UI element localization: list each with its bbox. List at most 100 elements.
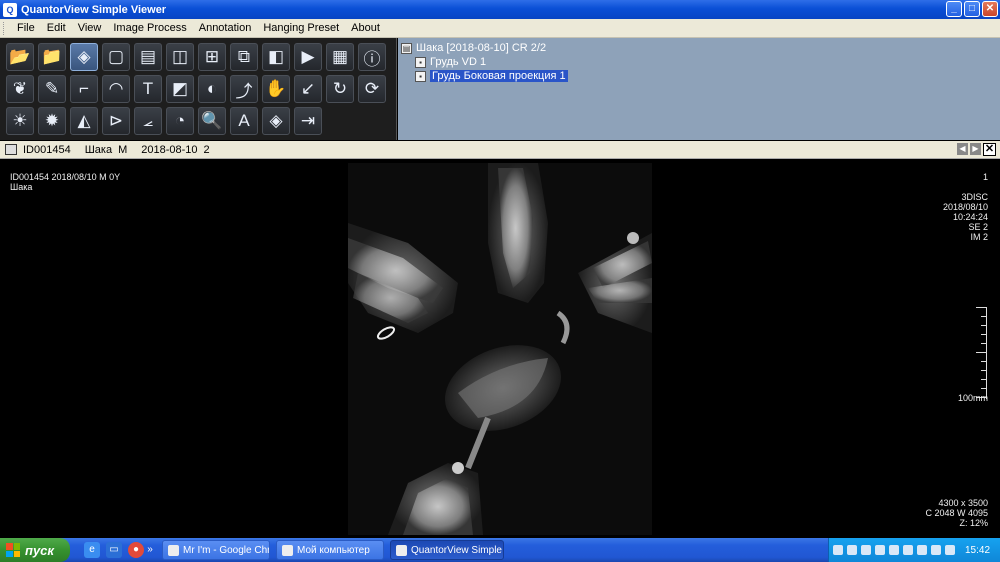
menu-file[interactable]: File — [11, 19, 41, 38]
rotate-button[interactable]: ⟳ — [358, 75, 386, 103]
battery-icon[interactable] — [903, 545, 913, 555]
window-level-button[interactable]: A — [230, 107, 258, 135]
clock[interactable]: 15:42 — [965, 545, 990, 556]
tree-series-label: Грудь Боковая проекция 1 — [430, 70, 568, 82]
rotate-arrow-button[interactable]: ⤴ — [230, 75, 258, 103]
menu-bar: File Edit View Image Process Annotation … — [0, 19, 1000, 38]
ruler-button[interactable]: ✎ — [38, 75, 66, 103]
rectangle-roi-button[interactable]: ◩ — [166, 75, 194, 103]
usb-icon[interactable] — [875, 545, 885, 555]
freehand-icon: ✋ — [265, 79, 287, 98]
compare-button[interactable]: ⧉ — [230, 43, 258, 71]
tree-study-node[interactable]: ▤ Шака [2018-08-10] CR 2/2 — [401, 41, 546, 55]
study-folder-icon: ▤ — [401, 42, 412, 54]
layout-1x2-button[interactable]: ◫ — [166, 43, 194, 71]
arc-button[interactable]: ◠ — [102, 75, 130, 103]
menu-view[interactable]: View — [72, 19, 108, 38]
rotate-180-button[interactable]: ◔ — [166, 107, 194, 135]
show-desktop-icon[interactable]: ▭ — [106, 542, 122, 558]
rotate-90-button[interactable]: ⦟ — [134, 107, 162, 135]
xray-image[interactable] — [348, 163, 652, 535]
ie-icon[interactable]: e — [84, 542, 100, 558]
rectangle-roi-icon: ◩ — [171, 79, 189, 98]
display-icon[interactable] — [889, 545, 899, 555]
tree-series-node-selected[interactable]: ▪ Грудь Боковая проекция 1 — [415, 69, 568, 83]
freehand-button[interactable]: ✋ — [262, 75, 290, 103]
menu-edit[interactable]: Edit — [41, 19, 72, 38]
text-annotation-button[interactable]: T — [134, 75, 162, 103]
angle-button[interactable]: ⌐ — [70, 75, 98, 103]
layout-2x1-button[interactable]: ▤ — [134, 43, 162, 71]
tree-series-label: Грудь VD 1 — [430, 56, 487, 68]
open-folder-button[interactable]: 📂 — [6, 43, 34, 71]
chrome-task-icon — [168, 544, 179, 556]
magnifier-button[interactable]: 🔍 — [198, 107, 226, 135]
zoom-fit-button[interactable]: ⊳ — [102, 107, 130, 135]
header-id: ID001454 — [23, 143, 71, 156]
menu-image-process[interactable]: Image Process — [107, 19, 192, 38]
select-image-button[interactable]: ◈ — [262, 107, 290, 135]
measure-grid-icon: ▦ — [331, 47, 349, 66]
exit-button[interactable]: ⇥ — [294, 107, 322, 135]
tree-series-node[interactable]: ▪ Грудь VD 1 — [415, 55, 486, 69]
tool-row-3: ☀ ✹ ◭ ⊳ ⦟ ◔ 🔍 A ◈ ⇥ — [6, 107, 326, 135]
window-title: QuantorView Simple Viewer — [21, 3, 167, 16]
arrow-annotation-button[interactable]: ↙ — [294, 75, 322, 103]
layout-1x1-button[interactable]: ▢ — [102, 43, 130, 71]
ruler-tick — [981, 334, 986, 335]
quicklaunch-chevron-icon[interactable]: » — [146, 542, 154, 558]
brightness-button[interactable]: ✹ — [38, 107, 66, 135]
minimize-button[interactable]: _ — [946, 1, 962, 17]
update-icon[interactable] — [931, 545, 941, 555]
brightness-all-button[interactable]: ☀ — [6, 107, 34, 135]
ellipse-roi-button[interactable]: ◐ — [198, 75, 226, 103]
ruler-tick — [981, 361, 986, 362]
rotate-180-icon: ◔ — [174, 111, 186, 130]
overlay-patient-line: ID001454 2018/08/10 M 0Y — [10, 172, 121, 182]
antivirus-icon[interactable] — [847, 545, 857, 555]
start-label: пуск — [25, 542, 54, 558]
compare-icon: ⧉ — [237, 47, 251, 66]
flip-button[interactable]: ◭ — [70, 107, 98, 135]
menu-about[interactable]: About — [345, 19, 386, 38]
info-button[interactable]: ⓘ — [358, 43, 386, 71]
menu-grip — [3, 21, 6, 35]
split-view-button[interactable]: ◧ — [262, 43, 290, 71]
safely-remove-icon[interactable] — [945, 545, 955, 555]
start-button[interactable]: пуск — [0, 538, 70, 562]
image-viewport[interactable]: ID001454 2018/08/10 M 0Y Шака 1 3DISC 20… — [0, 160, 1000, 538]
menu-hanging-preset[interactable]: Hanging Preset — [257, 19, 345, 38]
overlay-study-time: 10:24:24 — [952, 212, 988, 222]
close-button[interactable]: ✕ — [982, 1, 998, 17]
menu-annotation[interactable]: Annotation — [193, 19, 258, 38]
layout-2x2-button[interactable]: ⊞ — [198, 43, 226, 71]
close-viewer-button[interactable]: ✕ — [983, 143, 996, 156]
rotate-all-icon: ↻ — [332, 79, 348, 98]
cine-play-icon: ▶ — [301, 47, 315, 66]
ruler-tick — [976, 352, 986, 353]
ruler-icon: ✎ — [44, 79, 60, 98]
overlay-image: IM 2 — [970, 232, 988, 242]
prev-image-button[interactable]: ◀ — [957, 143, 968, 155]
browse-image-button[interactable]: ◈ — [70, 43, 98, 71]
rotate-all-button[interactable]: ↻ — [326, 75, 354, 103]
layout-1x2-icon: ◫ — [171, 47, 189, 66]
network-icon[interactable] — [833, 545, 843, 555]
lungs-preset-button[interactable]: ❦ — [6, 75, 34, 103]
security-icon[interactable] — [917, 545, 927, 555]
viewer-controls: ◀ ▶ ✕ — [957, 143, 996, 156]
volume-icon[interactable] — [861, 545, 871, 555]
task-my-computer[interactable]: Мой компьютер — [276, 540, 384, 560]
task-label: Mr I'm - Google Chrome — [183, 544, 270, 556]
measure-grid-button[interactable]: ▦ — [326, 43, 354, 71]
chrome-icon[interactable]: ● — [128, 542, 144, 558]
next-image-button[interactable]: ▶ — [970, 143, 981, 155]
task-quantorview[interactable]: QuantorView Simple V... — [390, 540, 504, 560]
cine-play-button[interactable]: ▶ — [294, 43, 322, 71]
task-chrome[interactable]: Mr I'm - Google Chrome — [162, 540, 270, 560]
maximize-button[interactable]: □ — [964, 1, 980, 17]
header-count: 2 — [203, 143, 210, 156]
ruler-label: 100mm — [957, 393, 988, 403]
open-folder-icon: 📂 — [9, 47, 31, 66]
patient-folder-button[interactable]: 📁 — [38, 43, 66, 71]
